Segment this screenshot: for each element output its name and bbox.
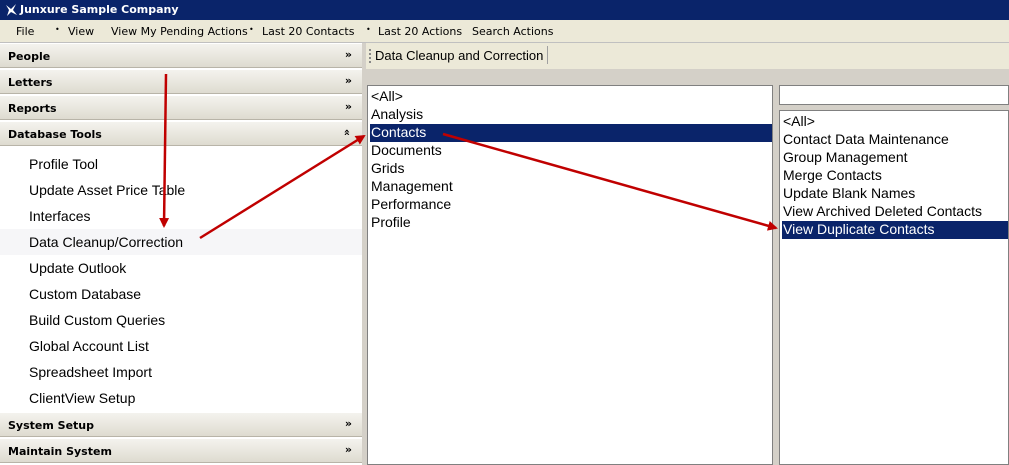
section-label: System Setup	[8, 419, 94, 432]
expand-chevron-icon[interactable]: »	[345, 100, 352, 113]
title-bar: Junxure Sample Company	[0, 0, 1009, 20]
expand-chevron-icon[interactable]: »	[345, 417, 352, 430]
tool-label: Interfaces	[29, 208, 91, 224]
search-input[interactable]	[779, 85, 1009, 105]
tool-profile-tool[interactable]: Profile Tool	[0, 151, 362, 177]
section-people[interactable]: People »	[0, 43, 362, 68]
tool-label: Spreadsheet Import	[29, 364, 152, 380]
tool-label: Build Custom Queries	[29, 312, 166, 328]
list-item[interactable]: Merge Contacts	[782, 167, 882, 185]
tool-label: ClientView Setup	[29, 390, 136, 406]
list-item[interactable]: <All>	[782, 113, 815, 131]
list-item[interactable]: <All>	[370, 88, 403, 106]
task-list[interactable]: <All> Contact Data Maintenance Group Man…	[779, 110, 1009, 465]
window-title: Junxure Sample Company	[20, 3, 179, 16]
tool-spreadsheet-import[interactable]: Spreadsheet Import	[0, 359, 362, 385]
expand-chevron-icon[interactable]: »	[345, 48, 352, 61]
tool-label: Global Account List	[29, 338, 149, 354]
tool-label: Update Outlook	[29, 260, 127, 276]
list-item-selected[interactable]: Contacts	[370, 124, 772, 142]
list-item[interactable]: Contact Data Maintenance	[782, 131, 949, 149]
navigation-panel: People » Letters » Reports » Database To…	[0, 43, 362, 465]
content-header: Data Cleanup and Correction	[366, 43, 1009, 69]
section-label: Reports	[8, 102, 57, 115]
list-item[interactable]: View Archived Deleted Contacts	[782, 203, 982, 221]
dropdown-bullet-icon: •	[366, 25, 371, 34]
tool-custom-database[interactable]: Custom Database	[0, 281, 362, 307]
list-item[interactable]: Grids	[370, 160, 404, 178]
section-reports[interactable]: Reports »	[0, 95, 362, 120]
list-item[interactable]: Performance	[370, 196, 451, 214]
section-label: Database Tools	[8, 128, 102, 141]
tool-interfaces[interactable]: Interfaces	[0, 203, 362, 229]
menu-last-20-actions[interactable]: Last 20 Actions	[378, 25, 462, 38]
list-item[interactable]: Group Management	[782, 149, 908, 167]
list-item[interactable]: Documents	[370, 142, 442, 160]
collapse-chevron-icon[interactable]: »	[340, 129, 353, 136]
menu-file[interactable]: File	[16, 25, 34, 38]
app-logo-icon	[6, 4, 17, 16]
category-list[interactable]: <All> Analysis Contacts Documents Grids …	[367, 85, 773, 465]
section-maintain-system[interactable]: Maintain System »	[0, 438, 362, 463]
list-item[interactable]: Update Blank Names	[782, 185, 915, 203]
menu-last-20-contacts[interactable]: Last 20 Contacts	[262, 25, 354, 38]
menu-view-my-pending-actions[interactable]: View My Pending Actions	[111, 25, 248, 38]
section-label: Letters	[8, 76, 53, 89]
menu-search-actions[interactable]: Search Actions	[472, 25, 553, 38]
tool-label: Profile Tool	[29, 156, 99, 172]
tool-update-outlook[interactable]: Update Outlook	[0, 255, 362, 281]
menu-bar: File • View View My Pending Actions • La…	[0, 20, 1009, 43]
expand-chevron-icon[interactable]: »	[345, 74, 352, 87]
section-label: People	[8, 50, 51, 63]
tool-data-cleanup-correction[interactable]: Data Cleanup/Correction	[0, 229, 362, 255]
section-database-tools[interactable]: Database Tools »	[0, 121, 362, 146]
list-item-selected[interactable]: View Duplicate Contacts	[782, 221, 1008, 239]
tool-label: Data Cleanup/Correction	[29, 234, 184, 250]
toolbar-grip-icon	[369, 49, 373, 63]
dropdown-bullet-icon: •	[55, 25, 60, 34]
tool-global-account-list[interactable]: Global Account List	[0, 333, 362, 359]
tool-clientview-setup[interactable]: ClientView Setup	[0, 385, 362, 411]
tool-label: Update Asset Price Table	[29, 182, 186, 198]
section-label: Maintain System	[8, 445, 112, 458]
list-item[interactable]: Analysis	[370, 106, 423, 124]
expand-chevron-icon[interactable]: »	[345, 443, 352, 456]
toolbar-separator	[547, 46, 548, 64]
menu-view[interactable]: View	[68, 25, 94, 38]
list-item[interactable]: Management	[370, 178, 453, 196]
page-title: Data Cleanup and Correction	[375, 48, 544, 63]
section-system-setup[interactable]: System Setup »	[0, 412, 362, 437]
tool-update-asset-price-table[interactable]: Update Asset Price Table	[0, 177, 362, 203]
panel-splitter[interactable]	[362, 43, 366, 465]
tool-build-custom-queries[interactable]: Build Custom Queries	[0, 307, 362, 333]
section-letters[interactable]: Letters »	[0, 69, 362, 94]
list-item[interactable]: Profile	[370, 214, 411, 232]
tool-label: Custom Database	[29, 286, 142, 302]
dropdown-bullet-icon: •	[249, 25, 254, 34]
